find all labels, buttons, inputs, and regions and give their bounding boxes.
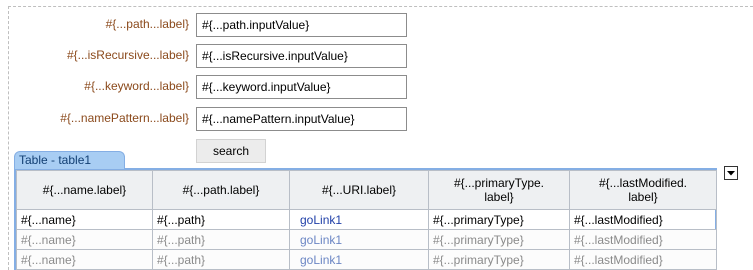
cell-name: #{...name}	[16, 249, 153, 270]
column-header-label: #{...name.label}	[42, 183, 127, 197]
path-label: #{...path...label}	[105, 17, 189, 31]
cell-path: #{...path}	[152, 229, 290, 250]
path-input[interactable]	[196, 13, 407, 37]
cell-name: #{...name}	[16, 229, 153, 250]
golink-link[interactable]: goLink1	[289, 229, 429, 250]
namepattern-input[interactable]	[196, 107, 407, 131]
keyword-input[interactable]	[196, 75, 407, 99]
cell-primarytype: #{...primaryType}	[428, 249, 570, 270]
golink-link[interactable]: goLink1	[289, 249, 429, 270]
search-button[interactable]: search	[196, 139, 266, 163]
column-header-uri[interactable]: #{...URI.label}	[289, 170, 429, 210]
data-table: #{...name.label} #{...path.label} #{...U…	[16, 170, 717, 270]
column-header-name[interactable]: #{...name.label}	[16, 170, 153, 210]
keyword-label: #{...keyword...label}	[84, 79, 189, 93]
form-row-namepattern: #{...namePattern...label}	[0, 107, 420, 133]
golink-link[interactable]: goLink1	[289, 209, 429, 230]
column-header-lastmodified[interactable]: #{...lastModified. label}	[569, 170, 717, 210]
column-header-label: #{...primaryType. label}	[453, 176, 545, 204]
table-header-row: #{...name.label} #{...path.label} #{...U…	[16, 170, 717, 210]
cell-primarytype: #{...primaryType}	[428, 209, 570, 230]
cell-lastmodified: #{...lastModified}	[569, 229, 717, 250]
cell-name: #{...name}	[16, 209, 153, 230]
table-row: #{...name} #{...path} goLink1 #{...prima…	[16, 249, 717, 270]
chevron-down-icon	[727, 171, 735, 176]
cell-lastmodified: #{...lastModified}	[569, 209, 717, 230]
isrecursive-label: #{...isRecursive...label}	[66, 48, 189, 62]
column-header-label: #{...path.label}	[182, 183, 260, 197]
table-row: #{...name} #{...path} goLink1 #{...prima…	[16, 209, 717, 230]
cell-path: #{...path}	[152, 249, 290, 270]
cell-lastmodified: #{...lastModified}	[569, 249, 717, 270]
form-row-isrecursive: #{...isRecursive...label}	[0, 44, 420, 70]
table-row: #{...name} #{...path} goLink1 #{...prima…	[16, 229, 717, 250]
form-row-keyword: #{...keyword...label}	[0, 75, 420, 101]
isrecursive-input[interactable]	[196, 44, 407, 68]
table-menu-button[interactable]	[724, 166, 738, 180]
column-header-path[interactable]: #{...path.label}	[152, 170, 290, 210]
cell-path: #{...path}	[152, 209, 290, 230]
cell-primarytype: #{...primaryType}	[428, 229, 570, 250]
column-header-label: #{...lastModified. label}	[598, 176, 688, 204]
column-header-primarytype[interactable]: #{...primaryType. label}	[428, 170, 570, 210]
table-tab[interactable]: Table - table1	[14, 151, 125, 169]
form-row-path: #{...path...label}	[0, 13, 420, 39]
column-header-label: #{...URI.label}	[321, 183, 397, 197]
namepattern-label: #{...namePattern...label}	[60, 111, 189, 125]
